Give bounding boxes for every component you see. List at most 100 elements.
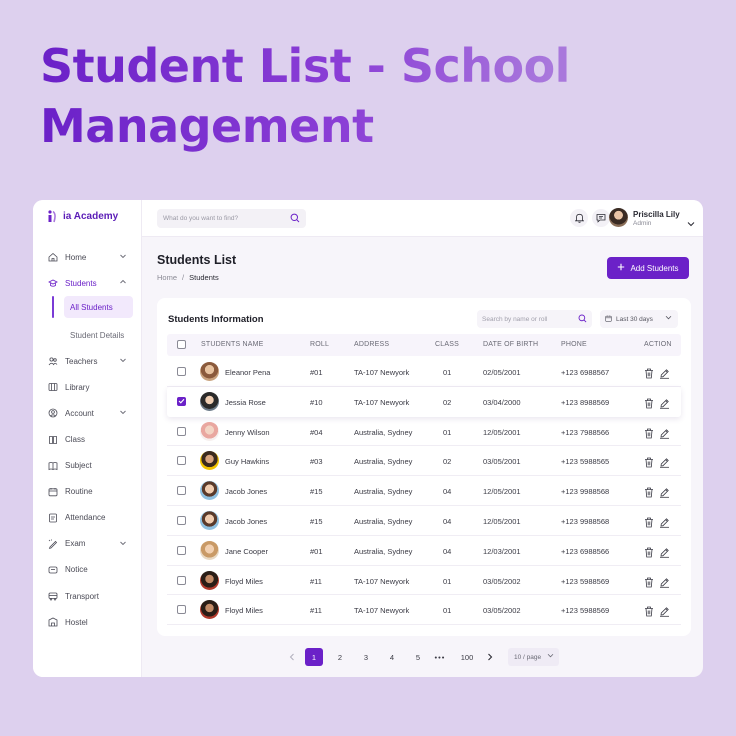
sidebar-item-hostel[interactable]: Hostel [33, 609, 142, 635]
table-row[interactable]: Jessia Rose #10 TA-107 Newyork 02 03/04/2000… [167, 386, 681, 417]
trash-icon[interactable] [644, 366, 654, 384]
search-icon[interactable] [290, 213, 300, 225]
table-row[interactable]: Floyd Miles #11 TA-107 Newyork 01 03/05/2002… [167, 595, 681, 626]
table-row[interactable]: Jacob Jones #15 Australia, Sydney 04 12/05/2… [167, 476, 681, 506]
student-name[interactable]: Jessia Rose [225, 398, 266, 407]
chevron-down-icon[interactable] [687, 214, 695, 232]
message-icon[interactable] [592, 209, 610, 227]
sidebar-item-routine[interactable]: Routine [33, 479, 142, 505]
select-all-checkbox[interactable] [177, 340, 186, 349]
sidebar-item-teachers[interactable]: Teachers [33, 348, 142, 374]
sidebar-item-account[interactable]: Account [33, 400, 142, 426]
chevron-down-icon[interactable] [119, 356, 127, 364]
table-row[interactable]: Eleanor Pena #01 TA-107 Newyork 01 02/05/200… [167, 357, 681, 387]
library-icon [48, 382, 58, 392]
sidebar-item-home[interactable]: Home [33, 244, 142, 270]
global-search-input[interactable]: What do you want to find? [157, 209, 306, 228]
page-button-3[interactable]: 3 [357, 648, 375, 666]
add-students-button[interactable]: Add Students [607, 257, 689, 279]
edit-pencil-icon[interactable] [659, 604, 670, 622]
notification-bell-icon[interactable] [570, 209, 588, 227]
sidebar-item-library[interactable]: Library [33, 374, 142, 400]
student-class: 04 [443, 546, 452, 556]
table-row[interactable]: Jacob Jones #15 Australia, Sydney 04 12/05/2… [167, 506, 681, 536]
table-row[interactable]: Floyd Miles #11 TA-107 Newyork 01 03/05/2002… [167, 566, 681, 596]
user-name[interactable]: Priscilla Lily [633, 210, 680, 219]
edit-pencil-icon[interactable] [659, 575, 670, 593]
submenu-item-all-students[interactable]: All Students [64, 296, 133, 319]
edit-pencil-icon[interactable] [659, 366, 670, 384]
row-checkbox[interactable] [177, 545, 186, 555]
student-name[interactable]: Eleanor Pena [225, 368, 270, 377]
page-button-1[interactable]: 1 [305, 648, 323, 666]
edit-pencil-icon[interactable] [659, 545, 670, 563]
page-button-2[interactable]: 2 [331, 648, 349, 666]
date-range-select[interactable]: Last 30 days [600, 310, 678, 328]
prev-page-button[interactable] [283, 648, 301, 666]
trash-icon[interactable] [644, 545, 654, 563]
student-name[interactable]: Jacob Jones [225, 487, 267, 496]
trash-icon[interactable] [644, 426, 654, 444]
page-button-5[interactable]: 5 [409, 648, 427, 666]
sidebar-item-students[interactable]: Students [33, 270, 142, 296]
search-icon[interactable] [578, 314, 587, 325]
col-header-name[interactable]: STUDENTS NAME [201, 341, 264, 348]
sidebar-item-exam[interactable]: Exam [33, 531, 142, 557]
student-address: Australia, Sydney [354, 457, 413, 467]
pagination-ellipsis[interactable]: ••• [430, 648, 450, 666]
row-checkbox[interactable] [177, 367, 186, 376]
row-checkbox[interactable] [177, 516, 186, 525]
sidebar-item-attendance[interactable]: Attendance [33, 505, 142, 531]
table-row[interactable]: Jane Cooper #01 Australia, Sydney 04 12/03/2… [167, 536, 681, 566]
col-header-roll[interactable]: ROLL [310, 341, 329, 348]
trash-icon[interactable] [644, 515, 654, 533]
row-checkbox[interactable] [177, 396, 186, 406]
trash-icon[interactable] [644, 485, 654, 503]
row-checkbox[interactable] [177, 575, 186, 585]
chevron-down-icon[interactable] [119, 252, 127, 260]
sidebar-item-transport[interactable]: Transport [33, 583, 142, 609]
student-search-input[interactable]: Search by name or roll [477, 310, 592, 328]
student-name[interactable]: Jacob Jones [225, 517, 267, 526]
trash-icon[interactable] [644, 396, 654, 414]
edit-pencil-icon[interactable] [659, 396, 670, 414]
student-name[interactable]: Floyd Miles [225, 577, 263, 586]
trash-icon[interactable] [644, 575, 654, 593]
edit-pencil-icon[interactable] [659, 455, 670, 473]
breadcrumb-home[interactable]: Home [157, 273, 177, 282]
page-button-4[interactable]: 4 [383, 648, 401, 666]
col-header-class[interactable]: CLASS [435, 341, 459, 348]
student-class: 02 [443, 397, 452, 407]
sidebar-item-notice[interactable]: Notice [33, 557, 142, 583]
page-button-last[interactable]: 100 [457, 648, 477, 666]
edit-pencil-icon[interactable] [659, 515, 670, 533]
chevron-up-icon[interactable] [119, 278, 127, 286]
student-name[interactable]: Floyd Miles [225, 606, 263, 615]
brand-logo[interactable]: ia Academy [47, 210, 118, 223]
student-name[interactable]: Guy Hawkins [225, 457, 269, 466]
edit-pencil-icon[interactable] [659, 426, 670, 444]
submenu-item-student-details[interactable]: Student Details [33, 322, 142, 348]
per-page-select[interactable]: 10 / page [508, 648, 559, 666]
student-dob: 03/05/2002 [483, 576, 521, 586]
chevron-down-icon[interactable] [119, 408, 127, 416]
student-name[interactable]: Jane Cooper [225, 547, 268, 556]
row-checkbox[interactable] [177, 605, 186, 615]
table-row[interactable]: Jenny Wilson #04 Australia, Sydney 01 12/05/… [167, 417, 681, 447]
trash-icon[interactable] [644, 455, 654, 473]
sidebar-item-subject[interactable]: Subject [33, 453, 142, 479]
row-checkbox[interactable] [177, 486, 186, 496]
next-page-button[interactable] [481, 648, 499, 666]
student-name[interactable]: Jenny Wilson [225, 428, 270, 437]
col-header-dob[interactable]: DATE OF BIRTH [483, 341, 538, 348]
user-avatar[interactable] [609, 208, 628, 227]
trash-icon[interactable] [644, 604, 654, 622]
table-row[interactable]: Guy Hawkins #03 Australia, Sydney 02 03/05/2… [167, 446, 681, 477]
row-checkbox[interactable] [177, 426, 186, 436]
col-header-address[interactable]: ADDRESS [354, 341, 389, 348]
sidebar-item-class[interactable]: Class [33, 426, 142, 452]
row-checkbox[interactable] [177, 456, 186, 466]
edit-pencil-icon[interactable] [659, 485, 670, 503]
col-header-phone[interactable]: PHONE [561, 341, 587, 348]
chevron-down-icon[interactable] [119, 539, 127, 547]
